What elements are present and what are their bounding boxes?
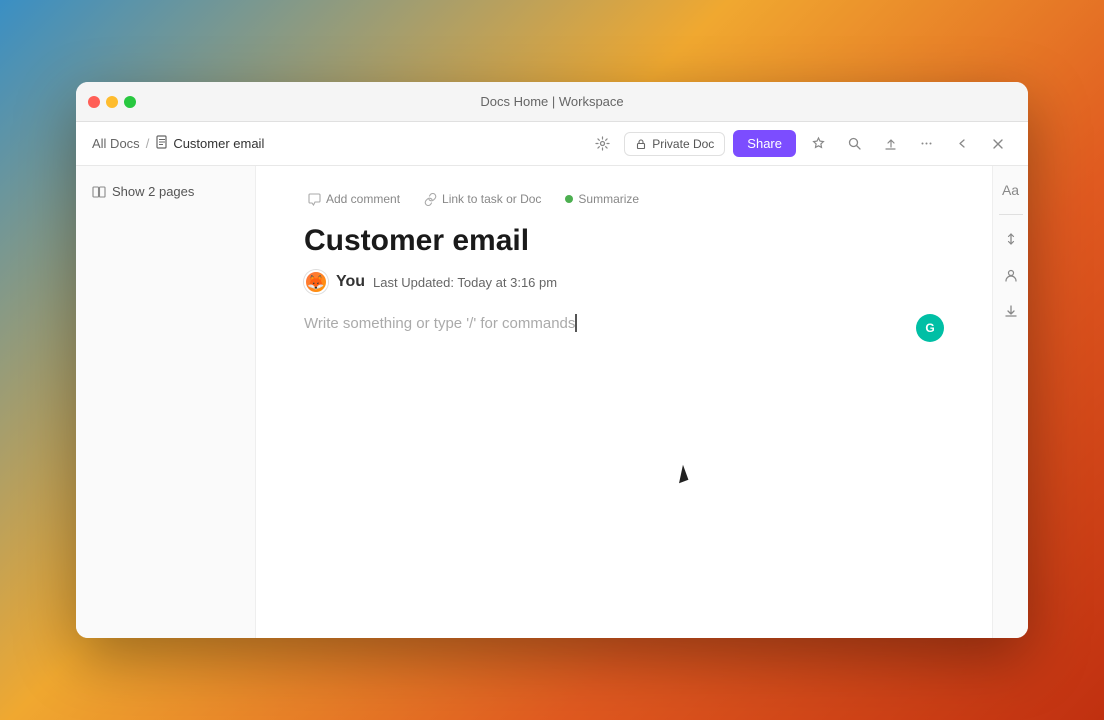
doc-metadata: 🦊 You Last Updated: Today at 3:16 pm [304,270,944,294]
summarize-dot [565,195,573,203]
download-button[interactable] [997,297,1025,325]
summarize-button[interactable]: Summarize [561,190,643,208]
editor-body[interactable]: Write something or type '/' for commands… [304,314,944,354]
breadcrumb-separator: / [146,136,150,151]
traffic-lights [88,96,136,108]
show-pages-item[interactable]: Show 2 pages [76,178,255,205]
more-options-button[interactable] [912,130,940,158]
top-toolbar: All Docs / Customer email [76,122,1028,166]
scroll-view-button[interactable] [997,225,1025,253]
minimize-button[interactable] [106,96,118,108]
sidebar-divider [999,214,1023,215]
star-button[interactable] [804,130,832,158]
maximize-button[interactable] [124,96,136,108]
link-task-button[interactable]: Link to task or Doc [420,190,545,208]
editor-placeholder[interactable]: Write something or type '/' for commands [304,314,944,354]
close-button[interactable] [88,96,100,108]
breadcrumb-current: Customer email [155,135,264,152]
right-sidebar: Aa [992,166,1028,638]
document-title[interactable]: Customer email [304,224,944,258]
settings-icon-button[interactable] [588,130,616,158]
window-title: Docs Home | Workspace [480,94,623,109]
text-cursor [575,314,577,332]
avatar-emoji: 🦊 [307,274,324,291]
breadcrumb: All Docs / Customer email [92,135,580,152]
author-avatar: 🦊 [304,270,328,294]
doc-type-icon [155,135,169,152]
editor[interactable]: Add comment Link to task or Doc Summariz… [256,166,992,638]
export-button[interactable] [876,130,904,158]
toolbar-right: Private Doc Share [588,130,1012,158]
collapse-button[interactable] [948,130,976,158]
app-window: Docs Home | Workspace All Docs / Custome… [76,82,1028,638]
editor-toolbar: Add comment Link to task or Doc Summariz… [304,190,944,208]
show-pages-label: Show 2 pages [112,184,194,199]
search-button[interactable] [840,130,868,158]
breadcrumb-parent[interactable]: All Docs [92,136,140,151]
mouse-cursor-indicator [676,466,686,482]
ai-indicator: G [916,314,944,342]
last-updated: Last Updated: Today at 3:16 pm [373,275,557,290]
people-button[interactable] [997,261,1025,289]
main-area: Show 2 pages Add comment [76,166,1028,638]
share-button[interactable]: Share [733,130,796,157]
private-doc-button[interactable]: Private Doc [624,132,725,156]
editor-area: Add comment Link to task or Doc Summariz… [256,166,1028,638]
author-name: You [336,273,365,291]
add-comment-button[interactable]: Add comment [304,190,404,208]
font-settings-button[interactable]: Aa [997,176,1025,204]
mouse-cursor-shape [674,465,689,483]
close-button[interactable] [984,130,1012,158]
left-sidebar: Show 2 pages [76,166,256,638]
titlebar: Docs Home | Workspace [76,82,1028,122]
